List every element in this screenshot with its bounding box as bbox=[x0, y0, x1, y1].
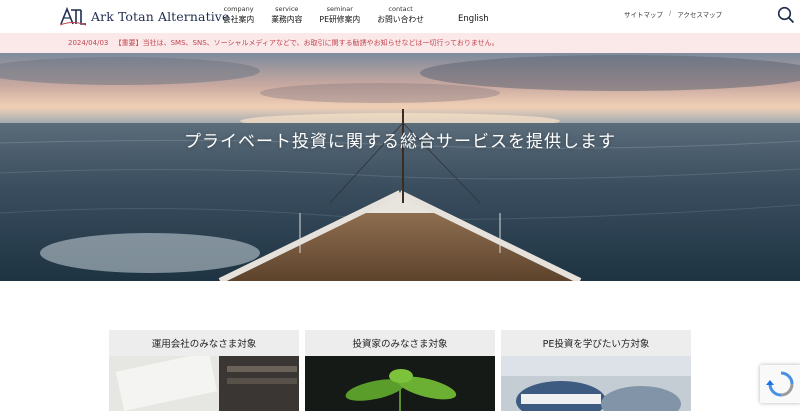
nav-company-jp: 会社案内 bbox=[223, 15, 255, 24]
nav-service-en: service bbox=[275, 5, 299, 13]
card-learners-image bbox=[501, 356, 691, 411]
hero-banner: プライベート投資に関する総合サービスを提供します bbox=[0, 53, 800, 281]
recaptcha-badge[interactable] bbox=[760, 365, 800, 403]
brand-name: Ark Totan Alternative bbox=[91, 8, 230, 24]
site-header: Ark Totan Alternative company 会社案内 servi… bbox=[0, 0, 800, 33]
atl-logo-icon bbox=[60, 6, 86, 26]
search-icon[interactable] bbox=[777, 6, 795, 24]
main-nav: company 会社案内 service 業務内容 seminar PE研修案内… bbox=[223, 5, 441, 26]
util-separator: / bbox=[669, 9, 672, 17]
nav-seminar-en: seminar bbox=[326, 5, 353, 13]
hero-image bbox=[0, 53, 800, 281]
nav-seminar[interactable]: seminar PE研修案内 bbox=[319, 5, 360, 26]
card-learners[interactable]: PE投資を学びたい方対象 bbox=[501, 330, 691, 411]
sitemap-link[interactable]: サイトマップ bbox=[624, 9, 663, 19]
nav-contact-en: contact bbox=[388, 5, 413, 13]
nav-contact[interactable]: contact お問い合わせ bbox=[377, 5, 424, 26]
card-investors-label: 投資家のみなさま対象 bbox=[305, 330, 495, 356]
card-investors[interactable]: 投資家のみなさま対象 bbox=[305, 330, 495, 411]
logo[interactable]: Ark Totan Alternative bbox=[60, 6, 229, 26]
utility-links: サイトマップ / アクセスマップ bbox=[624, 9, 722, 19]
card-managers-image bbox=[109, 356, 299, 411]
nav-service[interactable]: service 業務内容 bbox=[271, 5, 302, 26]
card-managers[interactable]: 運用会社のみなさま対象 bbox=[109, 330, 299, 411]
audience-cards: 運用会社のみなさま対象 投資家のみなさま対象 PE投資を学びたい方対象 bbox=[109, 330, 697, 411]
notice-message[interactable]: 2024/04/03 【重要】当社は、SMS、SNS、ソーシャルメディアなどで、… bbox=[68, 38, 499, 48]
card-investors-image bbox=[305, 356, 495, 411]
notice-bar: 2024/04/03 【重要】当社は、SMS、SNS、ソーシャルメディアなどで、… bbox=[0, 33, 800, 53]
nav-contact-jp: お問い合わせ bbox=[377, 15, 424, 24]
notice-text: 【重要】当社は、SMS、SNS、ソーシャルメディアなどで、お取引に関する勧誘やお… bbox=[114, 39, 499, 47]
nav-service-jp: 業務内容 bbox=[271, 15, 303, 24]
notice-date: 2024/04/03 bbox=[68, 39, 109, 47]
nav-seminar-jp: PE研修案内 bbox=[319, 15, 361, 24]
hero-title: プライベート投資に関する総合サービスを提供します bbox=[184, 132, 616, 152]
nav-company-en: company bbox=[223, 5, 254, 13]
recaptcha-icon bbox=[766, 371, 794, 397]
card-learners-label: PE投資を学びたい方対象 bbox=[501, 330, 691, 356]
nav-company[interactable]: company 会社案内 bbox=[223, 5, 254, 26]
nav-english[interactable]: English bbox=[458, 14, 489, 24]
card-managers-label: 運用会社のみなさま対象 bbox=[109, 330, 299, 356]
access-map-link[interactable]: アクセスマップ bbox=[677, 9, 722, 19]
